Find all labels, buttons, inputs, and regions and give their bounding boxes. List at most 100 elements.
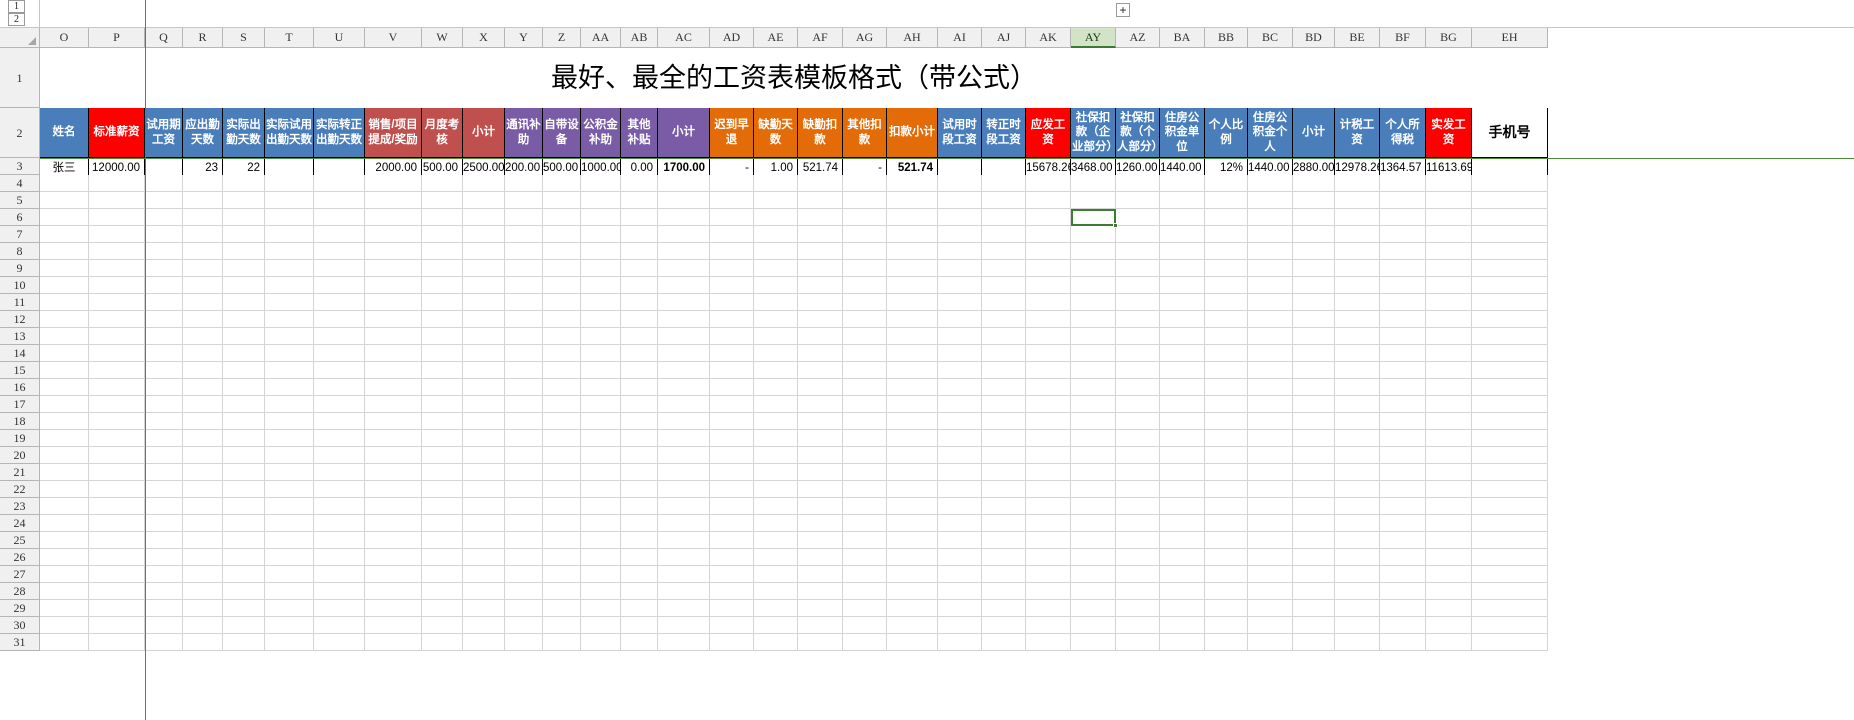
cell[interactable] [581, 345, 621, 362]
cell[interactable] [621, 634, 658, 651]
select-all-corner[interactable] [0, 28, 40, 48]
column-title-5[interactable]: 实际试用出勤天数 [265, 108, 314, 158]
cell[interactable] [463, 634, 505, 651]
cell[interactable] [314, 617, 365, 634]
cell[interactable] [1071, 362, 1116, 379]
cell[interactable] [1426, 396, 1472, 413]
cell[interactable] [314, 260, 365, 277]
cell[interactable] [89, 362, 145, 379]
cell[interactable] [505, 634, 543, 651]
cell[interactable] [40, 583, 89, 600]
row-header-20[interactable]: 20 [0, 447, 40, 464]
cell[interactable] [1335, 634, 1380, 651]
cell[interactable] [1071, 464, 1116, 481]
cell[interactable] [223, 532, 265, 549]
cell[interactable] [1293, 532, 1335, 549]
cell[interactable] [938, 260, 982, 277]
cell[interactable] [40, 600, 89, 617]
cell[interactable] [798, 311, 843, 328]
cell[interactable] [1071, 175, 1116, 192]
cell[interactable] [938, 481, 982, 498]
cell[interactable] [1380, 192, 1426, 209]
cell[interactable] [1205, 396, 1248, 413]
cell[interactable] [581, 549, 621, 566]
cell[interactable] [754, 226, 798, 243]
cell[interactable] [365, 413, 422, 430]
cell[interactable] [1472, 362, 1548, 379]
cell[interactable] [843, 447, 887, 464]
cell[interactable] [145, 243, 183, 260]
cell[interactable] [463, 447, 505, 464]
cell[interactable] [710, 226, 754, 243]
cell[interactable] [265, 277, 314, 294]
column-title-14[interactable]: 小计 [658, 108, 710, 158]
cell[interactable] [843, 243, 887, 260]
cell[interactable] [505, 532, 543, 549]
outline-level-1-button[interactable]: 1 [8, 0, 25, 13]
cell[interactable] [581, 566, 621, 583]
cell[interactable] [1160, 498, 1205, 515]
row-header-22[interactable]: 22 [0, 481, 40, 498]
cell[interactable] [1293, 362, 1335, 379]
row-header-4[interactable]: 4 [0, 175, 40, 192]
cell[interactable] [843, 226, 887, 243]
cell[interactable] [982, 583, 1026, 600]
cell[interactable] [1116, 481, 1160, 498]
cell[interactable] [710, 447, 754, 464]
cell[interactable] [145, 260, 183, 277]
column-title-25[interactable]: 住房公积金单位 [1160, 108, 1205, 158]
cell[interactable] [982, 345, 1026, 362]
cell[interactable] [1426, 175, 1472, 192]
column-header-AH[interactable]: AH [887, 28, 938, 48]
cell[interactable] [843, 464, 887, 481]
cell[interactable] [1335, 362, 1380, 379]
cell[interactable] [621, 328, 658, 345]
cell[interactable] [422, 311, 463, 328]
cell[interactable] [1026, 634, 1071, 651]
cell[interactable] [982, 328, 1026, 345]
cell[interactable] [581, 634, 621, 651]
cell[interactable] [1205, 430, 1248, 447]
cell[interactable] [658, 379, 710, 396]
cell[interactable] [1472, 549, 1548, 566]
cell[interactable] [1426, 532, 1472, 549]
cell[interactable] [1248, 498, 1293, 515]
cell[interactable] [543, 294, 581, 311]
cell[interactable] [1293, 396, 1335, 413]
cell[interactable] [1380, 447, 1426, 464]
cell[interactable] [265, 192, 314, 209]
cell[interactable] [938, 277, 982, 294]
cell[interactable] [1160, 226, 1205, 243]
cell[interactable] [1335, 175, 1380, 192]
cell[interactable] [1472, 430, 1548, 447]
cell[interactable] [1248, 617, 1293, 634]
cell[interactable] [1472, 617, 1548, 634]
row-header-18[interactable]: 18 [0, 413, 40, 430]
cell[interactable] [1026, 311, 1071, 328]
cell[interactable] [422, 549, 463, 566]
cell[interactable] [314, 498, 365, 515]
cell[interactable] [1205, 515, 1248, 532]
cell[interactable] [265, 345, 314, 362]
cell[interactable] [223, 464, 265, 481]
cell[interactable] [422, 464, 463, 481]
cell[interactable] [183, 566, 223, 583]
cell[interactable] [710, 277, 754, 294]
cell[interactable] [798, 498, 843, 515]
cell[interactable] [89, 430, 145, 447]
cell[interactable] [1472, 294, 1548, 311]
cell[interactable] [798, 634, 843, 651]
cell[interactable] [505, 379, 543, 396]
cell[interactable] [89, 294, 145, 311]
column-header-V[interactable]: V [365, 28, 422, 48]
cell[interactable] [463, 617, 505, 634]
row-header-9[interactable]: 9 [0, 260, 40, 277]
cell[interactable] [658, 634, 710, 651]
cell[interactable] [1380, 413, 1426, 430]
column-header-AD[interactable]: AD [710, 28, 754, 48]
cell[interactable] [1160, 532, 1205, 549]
cell[interactable] [1248, 515, 1293, 532]
cell[interactable] [314, 634, 365, 651]
column-title-12[interactable]: 公积金补助 [581, 108, 621, 158]
cell[interactable] [621, 583, 658, 600]
